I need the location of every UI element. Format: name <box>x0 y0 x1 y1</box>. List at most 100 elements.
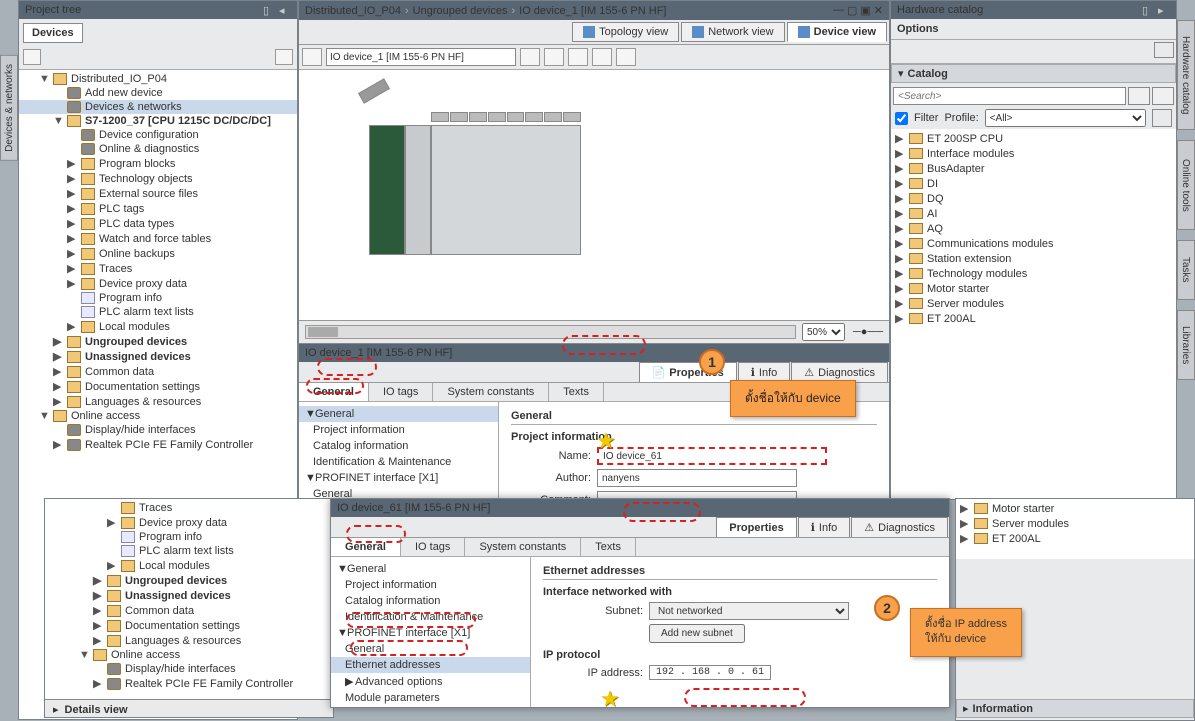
catalog-item[interactable]: ▶Interface modules <box>893 146 1174 161</box>
tree-item[interactable]: ▼Online access <box>45 648 333 662</box>
project-tree-list-2[interactable]: Traces▶Device proxy dataProgram infoPLC … <box>45 499 333 699</box>
tree-item[interactable]: ▶Online backups <box>19 246 297 261</box>
zoom-icon[interactable] <box>616 48 636 66</box>
tree-item[interactable]: ▶Realtek PCIe FE Family Controller <box>19 437 297 452</box>
toolbar-btn[interactable] <box>275 49 293 65</box>
name-input[interactable] <box>597 447 827 465</box>
collapse-icon[interactable]: ▯ <box>263 4 275 16</box>
tree-item[interactable]: Add new device <box>19 86 297 100</box>
catalog-tree-2[interactable]: ▶Motor starter▶Server modules▶ET 200AL <box>956 499 1194 559</box>
toolbar-btn[interactable] <box>302 48 322 66</box>
side-tab-libraries[interactable]: Libraries <box>1177 310 1195 380</box>
catalog-item[interactable]: ▶DQ <box>893 191 1174 206</box>
tree-item[interactable]: ▶Technology objects <box>19 171 297 186</box>
tree-item[interactable]: ▶Device proxy data <box>45 515 333 530</box>
catalog-item[interactable]: ▶BusAdapter <box>893 161 1174 176</box>
side-tab-tasks[interactable]: Tasks <box>1177 240 1195 300</box>
subtab-general[interactable]: General <box>331 538 401 556</box>
nav-item[interactable]: General <box>331 641 530 657</box>
subtab-io-tags[interactable]: IO tags <box>369 383 433 401</box>
catalog-item[interactable]: ▶Motor starter <box>958 501 1192 516</box>
subtab-system-constants[interactable]: System constants <box>433 383 549 401</box>
side-tab-hardware-catalog[interactable]: Hardware catalog <box>1177 20 1195 130</box>
add-subnet-button[interactable]: Add new subnet <box>649 624 745 643</box>
close-icon[interactable]: ✕ <box>874 4 883 17</box>
toolbar-btn[interactable] <box>544 48 564 66</box>
tree-item[interactable]: Display/hide interfaces <box>19 423 297 437</box>
nav-item[interactable]: Catalog information <box>331 593 530 609</box>
tree-item[interactable]: ▶Watch and force tables <box>19 231 297 246</box>
profile-select[interactable]: <All> <box>985 109 1146 127</box>
tree-item[interactable]: ▼Distributed_IO_P04 <box>19 72 297 86</box>
tree-item[interactable]: Display/hide interfaces <box>45 662 333 676</box>
catalog-header[interactable]: ▾Catalog <box>891 64 1176 83</box>
devices-tab[interactable]: Devices <box>23 23 83 43</box>
filter-btn[interactable] <box>1152 109 1172 127</box>
tree-item[interactable]: PLC alarm text lists <box>45 544 333 558</box>
catalog-item[interactable]: ▶ET 200SP CPU <box>893 131 1174 146</box>
catalog-item[interactable]: ▶Motor starter <box>893 281 1174 296</box>
author-input[interactable] <box>597 469 797 487</box>
breadcrumb-1[interactable]: Distributed_IO_P04 <box>305 5 401 17</box>
device-selector[interactable] <box>326 48 516 66</box>
toolbar-btn[interactable] <box>568 48 588 66</box>
tree-item[interactable]: ▶External source files <box>19 186 297 201</box>
catalog-item[interactable]: ▶AI <box>893 206 1174 221</box>
tree-item[interactable]: ▶PLC data types <box>19 216 297 231</box>
zoom-slider[interactable]: ─●── <box>853 326 883 338</box>
horizontal-scrollbar[interactable] <box>305 325 796 339</box>
nav-item[interactable]: ▶Advanced options <box>331 673 530 690</box>
nav-item[interactable]: ▼PROFINET interface [X1] <box>331 625 530 641</box>
nav-item[interactable]: Identification & Maintenance <box>331 609 530 625</box>
toolbar-btn[interactable] <box>1154 42 1174 58</box>
catalog-tree[interactable]: ▶ET 200SP CPU▶Interface modules▶BusAdapt… <box>891 129 1176 499</box>
tree-item[interactable]: ▶Local modules <box>19 319 297 334</box>
tab-properties[interactable]: Properties <box>716 517 796 537</box>
filter-checkbox[interactable] <box>895 112 908 125</box>
pin-icon[interactable]: ◂ <box>279 4 291 16</box>
details-view-header[interactable]: ▸Details view <box>45 699 333 718</box>
zoom-select[interactable]: 50% <box>802 323 845 341</box>
tab-info[interactable]: ℹInfo <box>798 517 851 537</box>
maximize-icon[interactable]: ▣ <box>860 4 870 17</box>
tree-item[interactable]: ▶Ungrouped devices <box>19 334 297 349</box>
tree-item[interactable]: Program info <box>45 530 333 544</box>
toolbar-btn[interactable] <box>23 49 41 65</box>
tree-item[interactable]: ▶Unassigned devices <box>45 588 333 603</box>
nav-item[interactable]: Project information <box>331 577 530 593</box>
collapse-icon[interactable]: ▯ <box>1142 4 1154 16</box>
pin-icon[interactable]: ▸ <box>1158 4 1170 16</box>
tree-item[interactable]: Program info <box>19 291 297 305</box>
tab-network-view[interactable]: Network view <box>681 22 784 42</box>
catalog-item[interactable]: ▶DI <box>893 176 1174 191</box>
catalog-item[interactable]: ▶Server modules <box>893 296 1174 311</box>
tree-item[interactable]: Device configuration <box>19 128 297 142</box>
nav-item[interactable]: ▼PROFINET interface [X1] <box>299 470 498 486</box>
tree-item[interactable]: ▶Device proxy data <box>19 276 297 291</box>
subtab-general[interactable]: General <box>299 383 369 401</box>
breadcrumb-3[interactable]: IO device_1 [IM 155-6 PN HF] <box>519 5 666 17</box>
catalog-item[interactable]: ▶Station extension <box>893 251 1174 266</box>
tree-item[interactable]: ▶Local modules <box>45 558 333 573</box>
properties-nav-2[interactable]: ▼GeneralProject informationCatalog infor… <box>331 557 531 707</box>
subnet-select[interactable]: Not networked <box>649 602 849 620</box>
nav-item[interactable]: Project information <box>299 422 498 438</box>
information-header[interactable]: ▸Information <box>956 699 1194 718</box>
tree-item[interactable]: ▶Program blocks <box>19 156 297 171</box>
subtab-texts[interactable]: Texts <box>549 383 604 401</box>
tree-item[interactable]: ▶Realtek PCIe FE Family Controller <box>45 676 333 691</box>
tree-item[interactable]: ▼S7-1200_37 [CPU 1215C DC/DC/DC] <box>19 114 297 128</box>
tree-item[interactable]: ▶Languages & resources <box>19 394 297 409</box>
tree-item[interactable]: Traces <box>45 501 333 515</box>
tree-item[interactable]: ▶PLC tags <box>19 201 297 216</box>
tab-diagnostics[interactable]: ⚠Diagnostics <box>791 362 888 382</box>
catalog-item[interactable]: ▶Communications modules <box>893 236 1174 251</box>
catalog-item[interactable]: ▶Server modules <box>958 516 1192 531</box>
tree-item[interactable]: ▶Common data <box>19 364 297 379</box>
tree-item[interactable]: ▶Languages & resources <box>45 633 333 648</box>
tab-info[interactable]: ℹInfo <box>738 362 791 382</box>
subtab-system-constants[interactable]: System constants <box>465 538 581 556</box>
toolbar-btn[interactable] <box>592 48 612 66</box>
tree-item[interactable]: PLC alarm text lists <box>19 305 297 319</box>
tree-item[interactable]: ▶Documentation settings <box>19 379 297 394</box>
